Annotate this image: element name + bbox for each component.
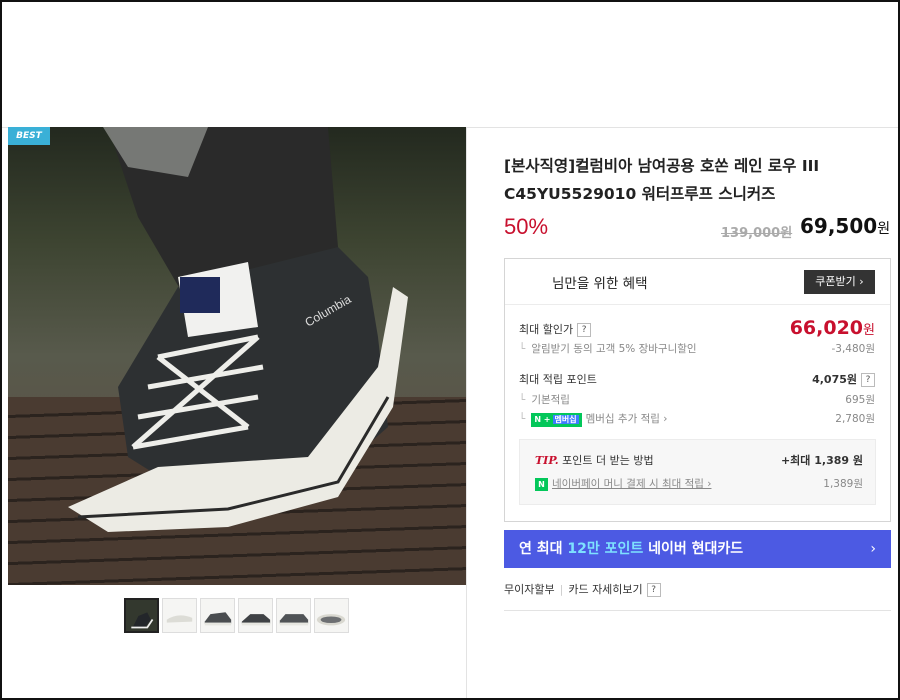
thumbnail-2[interactable] [162, 598, 197, 633]
tip-max-points: +최대 1,389 원 [780, 454, 863, 467]
membership-text: 멤버십 [552, 415, 579, 424]
best-badge: BEST [8, 127, 50, 145]
card-banner-prefix: 연 최대 [519, 541, 568, 557]
tip-text: 포인트 더 받는 방법 [562, 454, 654, 467]
alarm-label: 알림받기 동의 고객 5% 장바구니할인 [531, 343, 697, 355]
thumbnail-4[interactable] [238, 598, 273, 633]
basic-points-value: 695원 [845, 394, 875, 406]
benefit-header: 님만을 위한 혜택 쿠폰받기 › [505, 259, 890, 305]
membership-points-row: └ N + 멤버십 멤버십 추가 적립 › 2,780원 [519, 411, 875, 427]
tip-label: TIP. [535, 454, 559, 467]
npay-icon: N [535, 478, 548, 491]
tip-row: TIP. 포인트 더 받는 방법 +최대 1,389 원 [535, 452, 863, 468]
column-divider [466, 127, 467, 698]
card-detail-link[interactable]: 카드 자세히보기 [568, 583, 642, 596]
installment-link[interactable]: 무이자할부 [504, 583, 555, 596]
benefit-title: 님만을 위한 혜택 [552, 276, 648, 292]
alarm-discount-row: └ 알림받기 동의 고객 5% 장바구니할인 -3,480원 [519, 341, 875, 356]
branch-icon: └ [519, 413, 526, 425]
max-points-help-icon[interactable]: ? [861, 373, 875, 387]
benefit-box: 님만을 위한 혜택 쿠폰받기 › 최대 할인가? 66,020원 └ 알림받기 동… [504, 258, 891, 522]
basic-points-label: 기본적립 [531, 394, 570, 406]
sneaker-illustration: Columbia [68, 127, 408, 532]
thumbnail-1[interactable] [124, 598, 159, 633]
npay-money-value: 1,389원 [823, 478, 863, 490]
card-detail-help-icon[interactable]: ? [646, 583, 661, 597]
thumbnail-3[interactable] [200, 598, 235, 633]
original-price: 139,000원 [721, 226, 793, 241]
thumbnail-5[interactable] [276, 598, 311, 633]
max-discount-help-icon[interactable]: ? [577, 323, 592, 337]
card-banner-suffix: 네이버 현대카드 [643, 541, 744, 557]
max-discount-value: 66,020 [789, 317, 864, 339]
branch-icon: └ [519, 394, 526, 406]
max-points-label: 최대 적립 포인트 [519, 373, 597, 386]
installment-row: 무이자할부 | 카드 자세히보기? [504, 581, 661, 597]
max-discount-row: 최대 할인가? 66,020원 [519, 317, 875, 339]
npay-money-link[interactable]: 네이버페이 머니 결제 시 최대 적립 › [552, 478, 711, 490]
product-main-image[interactable]: Columbia [8, 127, 466, 585]
membership-points-value: 2,780원 [835, 413, 875, 425]
discount-rate: 50% [504, 214, 549, 239]
alarm-value: -3,480원 [831, 343, 875, 355]
npay-plus-text: N + [534, 415, 551, 424]
separator: | [559, 583, 564, 596]
max-points-row: 최대 적립 포인트 4,075원? [519, 371, 875, 387]
max-discount-price: 66,020원 [790, 317, 875, 339]
npay-money-row: N 네이버페이 머니 결제 시 최대 적립 › 1,389원 [535, 476, 863, 491]
max-discount-label: 최대 할인가 [519, 323, 574, 336]
chevron-right-icon: › [870, 541, 876, 557]
bottom-divider [504, 610, 891, 611]
membership-points-link[interactable]: 멤버십 추가 적립 › [586, 413, 668, 425]
max-points-value: 4,075원 [812, 373, 857, 386]
sale-price-value: 69,500 [800, 214, 878, 238]
thumbnail-6[interactable] [314, 598, 349, 633]
branch-icon: └ [519, 343, 526, 355]
max-points-value-wrap: 4,075원? [812, 371, 875, 387]
npay-membership-badge: N + 멤버십 [531, 413, 582, 427]
max-discount-currency: 원 [863, 323, 875, 338]
card-banner-highlight: 12만 포인트 [567, 541, 644, 557]
basic-points-row: └ 기본적립 695원 [519, 392, 875, 407]
thumbnail-strip [124, 598, 349, 633]
sale-price: 69,500원 [800, 214, 890, 238]
sale-price-currency: 원 [877, 221, 891, 237]
card-promo-banner[interactable]: 연 최대 12만 포인트 네이버 현대카드 › [504, 530, 891, 568]
coupon-button[interactable]: 쿠폰받기 › [804, 270, 875, 294]
tip-box: TIP. 포인트 더 받는 방법 +최대 1,389 원 N 네이버페이 머니 결… [519, 439, 876, 505]
product-title: [본사직영]컬럼비아 남여공용 호쏜 레인 로우 III C45YU552901… [504, 157, 820, 203]
